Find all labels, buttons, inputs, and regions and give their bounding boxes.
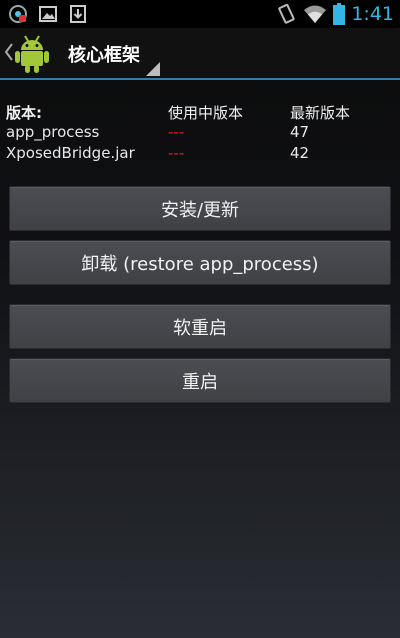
install-update-button[interactable]: 安装/更新 [9, 186, 391, 231]
uninstall-button[interactable]: 卸载 (restore app_process) [9, 240, 391, 285]
version-table: 版本: 使用中版本 最新版本 app_process --- 47 Xposed… [6, 102, 394, 165]
clock: 1:41 [351, 3, 394, 25]
notification-icons [8, 4, 88, 24]
latest-version-header: 最新版本 [290, 104, 351, 122]
android-robot-icon[interactable] [14, 34, 50, 74]
version-table-header: 版本: 使用中版本 最新版本 [6, 102, 394, 123]
latest-version: 47 [290, 123, 310, 141]
back-chevron-icon[interactable] [4, 42, 14, 62]
action-bar: 核心框架 [0, 28, 400, 80]
vibrate-icon [278, 3, 295, 24]
component-name: XposedBridge.jar [6, 144, 135, 162]
status-bar: 1:41 [0, 0, 400, 28]
table-row: app_process --- 47 [6, 123, 394, 144]
installed-version: --- [168, 123, 185, 141]
reboot-button[interactable]: 重启 [9, 358, 391, 403]
battery-icon [333, 3, 346, 25]
download-icon[interactable] [68, 4, 88, 24]
image-icon[interactable] [38, 4, 58, 24]
component-name: app_process [6, 123, 100, 141]
latest-version: 42 [290, 144, 310, 162]
app-notification-icon[interactable] [8, 4, 28, 24]
system-icons: 1:41 [275, 3, 394, 25]
table-row: XposedBridge.jar --- 42 [6, 144, 394, 165]
wifi-icon [304, 5, 327, 23]
page-title[interactable]: 核心框架 [68, 41, 140, 67]
version-label: 版本: [6, 104, 42, 122]
soft-reboot-button[interactable]: 软重启 [9, 304, 391, 349]
installed-version-header: 使用中版本 [168, 104, 244, 122]
installed-version: --- [168, 144, 185, 162]
spinner-dropdown-icon[interactable] [146, 62, 160, 76]
